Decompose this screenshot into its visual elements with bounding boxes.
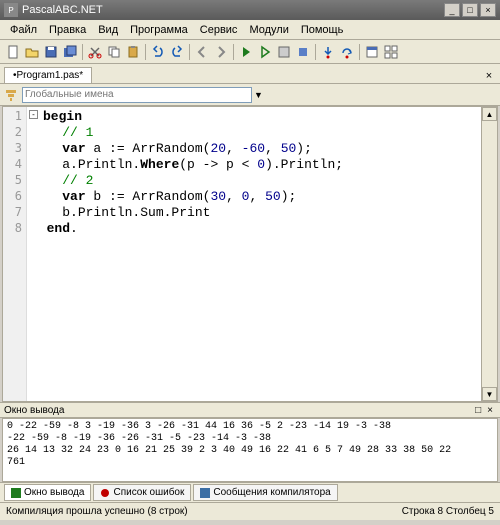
menu-file[interactable]: Файл: [4, 22, 43, 38]
filter-dropdown-icon[interactable]: ▼: [254, 90, 263, 100]
filter-icon: [4, 88, 18, 102]
global-names-input[interactable]: [22, 87, 252, 103]
errors-tab-icon: [100, 488, 110, 498]
menu-program[interactable]: Программа: [124, 22, 194, 38]
scroll-up-icon[interactable]: ▲: [482, 107, 497, 121]
output-title: Окно вывода: [4, 405, 472, 416]
toolbar: [0, 40, 500, 64]
menu-service[interactable]: Сервис: [194, 22, 244, 38]
status-position: Строка 8 Столбец 5: [402, 506, 494, 517]
output-pin-icon[interactable]: □: [472, 405, 484, 416]
line-gutter: 1 2 3 4 5 6 7 8: [3, 107, 27, 401]
redo-icon[interactable]: [168, 43, 186, 61]
app-icon: P: [4, 3, 18, 17]
close-button[interactable]: ×: [480, 3, 496, 17]
paste-icon[interactable]: [124, 43, 142, 61]
new-form-icon[interactable]: [363, 43, 381, 61]
output-tab-icon: [11, 488, 21, 498]
filter-bar: ▼: [0, 84, 500, 106]
undo-icon[interactable]: [149, 43, 167, 61]
scroll-down-icon[interactable]: ▼: [482, 387, 497, 401]
form-designer-icon[interactable]: [382, 43, 400, 61]
statusbar: Компиляция прошла успешно (8 строк) Стро…: [0, 502, 500, 520]
minimize-button[interactable]: _: [444, 3, 460, 17]
output-panel-header: Окно вывода □ ×: [0, 402, 500, 418]
titlebar: P PascalABC.NET _ □ ×: [0, 0, 500, 20]
tab-close-icon[interactable]: ×: [482, 69, 496, 83]
output-panel-body[interactable]: 0 -22 -59 -8 3 -19 -36 3 -26 -31 44 16 3…: [2, 418, 498, 482]
stop-icon[interactable]: [294, 43, 312, 61]
menubar: Файл Правка Вид Программа Сервис Модули …: [0, 20, 500, 40]
btab-compiler[interactable]: Сообщения компилятора: [193, 484, 337, 501]
nav-forward-icon[interactable]: [212, 43, 230, 61]
maximize-button[interactable]: □: [462, 3, 478, 17]
step-over-icon[interactable]: [338, 43, 356, 61]
document-tabs: •Program1.pas* ×: [0, 64, 500, 84]
compiler-tab-icon: [200, 488, 210, 498]
save-icon[interactable]: [42, 43, 60, 61]
compile-icon[interactable]: [275, 43, 293, 61]
save-all-icon[interactable]: [61, 43, 79, 61]
run-no-debug-icon[interactable]: [256, 43, 274, 61]
menu-edit[interactable]: Правка: [43, 22, 92, 38]
step-into-icon[interactable]: [319, 43, 337, 61]
bottom-tabs: Окно вывода Список ошибок Сообщения комп…: [0, 482, 500, 502]
tab-program1[interactable]: •Program1.pas*: [4, 67, 92, 83]
menu-help[interactable]: Помощь: [295, 22, 350, 38]
code-area[interactable]: begin // 1 var a := ArrRandom(20, -60, 5…: [27, 107, 481, 401]
btab-errors[interactable]: Список ошибок: [93, 484, 191, 501]
cut-icon[interactable]: [86, 43, 104, 61]
menu-modules[interactable]: Модули: [243, 22, 294, 38]
btab-output[interactable]: Окно вывода: [4, 484, 91, 501]
editor-scrollbar[interactable]: ▲ ▼: [481, 107, 497, 401]
code-editor[interactable]: 1 2 3 4 5 6 7 8 - begin // 1 var a := Ar…: [2, 106, 498, 402]
status-message: Компиляция прошла успешно (8 строк): [6, 506, 402, 517]
fold-toggle-icon[interactable]: -: [29, 110, 38, 119]
window-title: PascalABC.NET: [22, 4, 444, 16]
copy-icon[interactable]: [105, 43, 123, 61]
open-file-icon[interactable]: [23, 43, 41, 61]
output-close-icon[interactable]: ×: [484, 405, 496, 416]
run-icon[interactable]: [237, 43, 255, 61]
menu-view[interactable]: Вид: [92, 22, 124, 38]
new-file-icon[interactable]: [4, 43, 22, 61]
nav-back-icon[interactable]: [193, 43, 211, 61]
